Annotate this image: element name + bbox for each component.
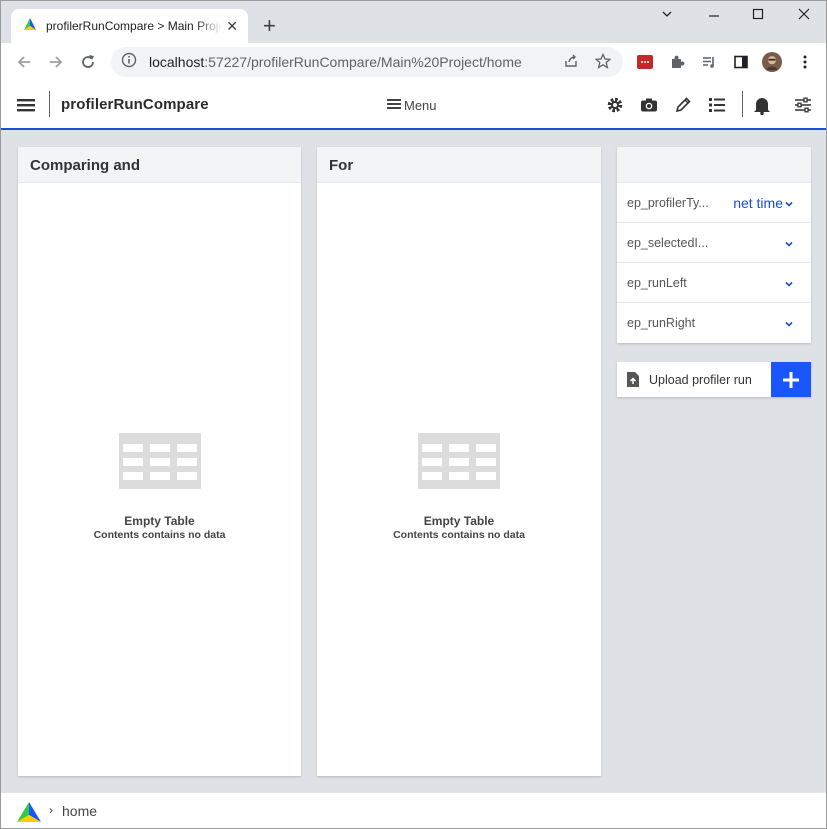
browser-window: profilerRunCompare > Main Project ✕ + lo… [0, 0, 827, 829]
hamburger-menu-icon[interactable] [16, 95, 36, 115]
upload-profiler-run[interactable]: Upload profiler run [617, 362, 811, 397]
filter-sliders-icon[interactable] [793, 95, 813, 115]
header-divider [49, 91, 50, 117]
camera-icon[interactable] [639, 95, 659, 115]
minimize-button[interactable] [704, 7, 724, 23]
chevron-down-icon[interactable] [785, 195, 793, 214]
minimize-window-button[interactable] [657, 7, 677, 23]
chevron-down-icon[interactable] [785, 315, 793, 334]
menu-button[interactable]: Menu [387, 98, 437, 113]
bookmark-star-icon[interactable] [594, 52, 612, 74]
param-name: ep_runLeft [627, 275, 687, 290]
param-value[interactable]: net time [733, 195, 783, 211]
parameters-header [617, 147, 811, 183]
empty-table-icon [418, 433, 500, 494]
main-content: Comparing and Empty Table Contents conta… [1, 131, 826, 792]
add-button[interactable] [771, 362, 811, 397]
browser-tab-active[interactable]: profilerRunCompare > Main Project ✕ [11, 9, 248, 43]
param-row-profiler-type[interactable]: ep_profilerTy... net time [617, 183, 811, 223]
tab-title: profilerRunCompare > Main Project [46, 19, 222, 33]
param-row-run-right[interactable]: ep_runRight [617, 303, 811, 343]
param-row-selected[interactable]: ep_selectedI... [617, 223, 811, 263]
profile-avatar[interactable] [762, 52, 782, 72]
parameters-panel: ep_profilerTy... net time ep_selectedI..… [617, 147, 811, 343]
close-window-button[interactable] [794, 7, 814, 23]
upload-label: Upload profiler run [649, 372, 752, 387]
empty-table-title: Empty Table [423, 514, 495, 528]
reload-icon[interactable] [77, 51, 99, 73]
tab-strip: profilerRunCompare > Main Project ✕ + [1, 1, 826, 43]
maximize-button[interactable] [748, 7, 768, 23]
new-tab-button[interactable]: + [263, 15, 276, 37]
empty-table-icon [118, 433, 201, 494]
param-row-run-left[interactable]: ep_runLeft [617, 263, 811, 303]
file-upload-icon [627, 372, 639, 387]
browser-menu-icon[interactable] [795, 52, 815, 72]
app-header: profilerRunCompare Menu [1, 81, 826, 130]
app-logo-icon[interactable] [16, 801, 42, 828]
param-name: ep_runRight [627, 316, 696, 330]
param-name: ep_profilerTy... [627, 195, 709, 210]
edit-pencil-icon[interactable] [673, 95, 693, 115]
media-queue-icon[interactable] [699, 52, 719, 72]
extension-red-icon[interactable] [635, 52, 655, 72]
comparing-panel: Comparing and Empty Table Contents conta… [18, 147, 301, 776]
forward-icon[interactable] [45, 51, 67, 73]
header-divider-right [742, 91, 743, 117]
side-panel-icon[interactable] [731, 52, 751, 72]
empty-table-subtitle: Contents contains no data [93, 529, 226, 541]
browser-toolbar: localhost:57227/profilerRunCompare/Main%… [1, 43, 826, 81]
empty-table-placeholder: Empty Table Contents contains no data [18, 433, 301, 541]
url-text: localhost:57227/profilerRunCompare/Main%… [149, 54, 522, 70]
chevron-down-icon[interactable] [785, 275, 793, 294]
for-panel: For Empty Table Contents contains no dat… [317, 147, 601, 776]
menu-list-icon [387, 98, 401, 113]
list-view-icon[interactable] [707, 95, 727, 115]
settings-gear-icon[interactable] [605, 95, 625, 115]
footer-bar: › home [1, 792, 826, 828]
address-bar[interactable]: localhost:57227/profilerRunCompare/Main%… [111, 47, 623, 77]
param-name: ep_selectedI... [627, 235, 709, 250]
menu-label: Menu [404, 98, 437, 113]
chevron-down-icon[interactable] [785, 235, 793, 254]
notifications-bell-icon[interactable] [752, 95, 772, 115]
tab-close-icon[interactable]: ✕ [226, 18, 238, 34]
empty-table-subtitle: Contents contains no data [393, 529, 525, 541]
empty-table-placeholder: Empty Table Contents contains no data [317, 433, 601, 541]
breadcrumb-separator: › [49, 803, 53, 817]
site-info-icon[interactable] [121, 52, 137, 73]
extensions-puzzle-icon[interactable] [667, 52, 687, 72]
empty-table-title: Empty Table [124, 514, 195, 528]
panel-title: For [317, 147, 601, 183]
back-icon[interactable] [13, 51, 35, 73]
app-favicon-icon [23, 17, 37, 36]
app-title: profilerRunCompare [61, 96, 209, 113]
panel-title: Comparing and [18, 147, 301, 183]
share-icon[interactable] [563, 53, 579, 74]
breadcrumb-home[interactable]: home [62, 803, 97, 819]
